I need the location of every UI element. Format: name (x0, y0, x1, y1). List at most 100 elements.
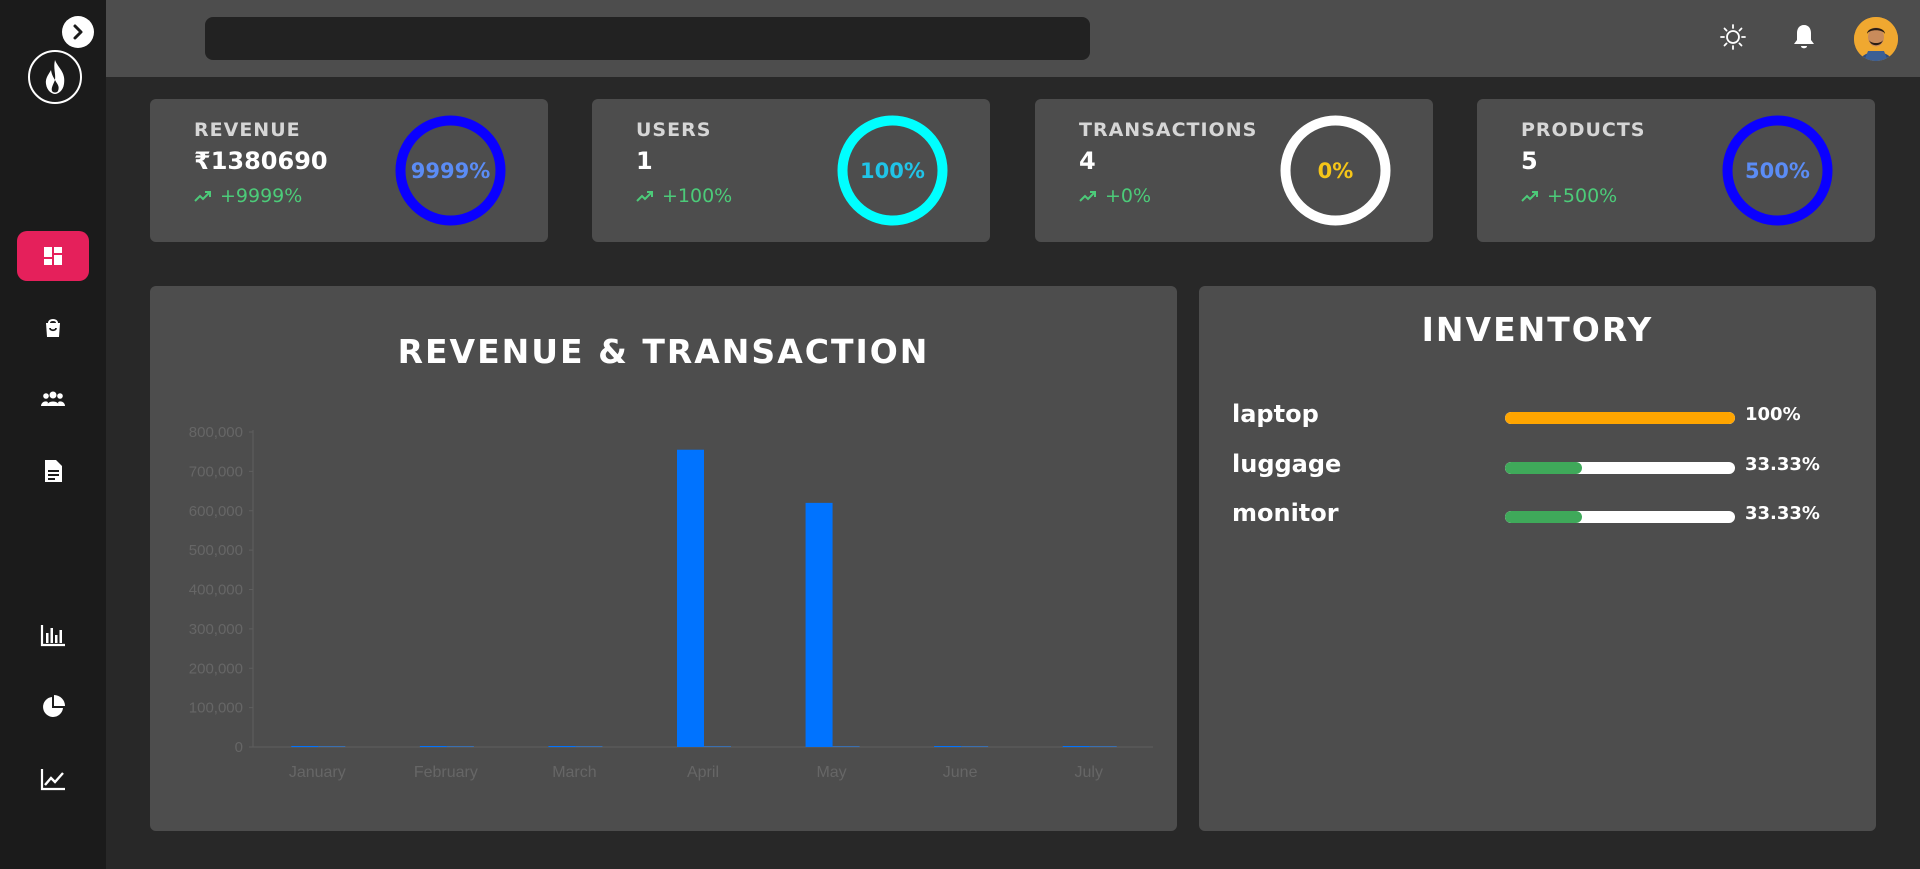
sidebar-item-bar-chart[interactable] (17, 610, 89, 660)
sidebar-item-transactions[interactable] (17, 446, 89, 496)
chart-bar (704, 746, 731, 747)
stat-card-products: PRODUCTS 5 +500% 500% (1477, 99, 1875, 242)
stat-change-text: +9999% (220, 185, 303, 207)
inventory-progress-fill (1505, 462, 1582, 474)
sidebar-item-customers[interactable] (17, 374, 89, 424)
y-tick-label: 200,000 (189, 660, 243, 677)
trending-up-icon (1521, 191, 1538, 202)
y-tick-label: 400,000 (189, 582, 243, 599)
stat-change: +0% (1079, 185, 1151, 207)
stat-change: +100% (636, 185, 732, 207)
inventory-item: luggage 33.33% (1232, 450, 1852, 486)
inventory-progress-bar (1505, 462, 1735, 474)
inventory-title: INVENTORY (1421, 310, 1654, 349)
inventory-progress-fill (1505, 412, 1735, 424)
chart-bar (419, 746, 447, 747)
stat-ring-percent: 0% (1317, 158, 1354, 183)
chart-bar (548, 746, 576, 747)
x-tick-label: January (289, 764, 346, 781)
inventory-panel: INVENTORY laptop 100% luggage 33.33% mon… (1199, 286, 1876, 831)
stat-label: REVENUE (194, 119, 301, 141)
revenue-transaction-chart-panel: REVENUE & TRANSACTION 0 100,000 200,000 300… (150, 286, 1177, 831)
stat-value: ₹1380690 (194, 147, 328, 175)
trending-up-icon (1079, 191, 1096, 202)
trending-up-icon (194, 191, 211, 202)
stat-change-text: +0% (1105, 185, 1152, 207)
inventory-item-percent: 100% (1745, 404, 1801, 425)
user-avatar[interactable] (1854, 17, 1898, 61)
sidebar-item-pie-chart[interactable] (17, 682, 89, 732)
chart-bar (1089, 746, 1117, 747)
inventory-item-percent: 33.33% (1745, 454, 1820, 475)
chart-bar (446, 746, 474, 747)
x-tick-label: June (943, 764, 978, 781)
y-tick-label: 0 (235, 739, 243, 756)
stat-ring-percent: 100% (860, 158, 925, 183)
sidebar-item-products[interactable] (17, 303, 89, 353)
stat-label: TRANSACTIONS (1079, 119, 1258, 141)
inventory-item-name: laptop (1232, 400, 1319, 428)
inventory-item-name: monitor (1232, 499, 1339, 527)
trending-up-icon (636, 191, 653, 202)
inventory-item: monitor 33.33% (1232, 499, 1852, 535)
y-tick-label: 700,000 (189, 463, 243, 480)
bar-chart-icon (40, 625, 65, 647)
bar-chart: 0 100,000 200,000 300,000 400,000 500,000 600,… (189, 424, 1153, 781)
y-tick-label: 500,000 (189, 542, 243, 559)
stat-change: +9999% (194, 185, 302, 207)
dashboard-icon (44, 247, 62, 265)
y-tick-label: 800,000 (189, 424, 243, 441)
stat-ring-percent: 500% (1745, 158, 1810, 183)
x-tick-label: July (1074, 764, 1102, 781)
chart-bar (318, 746, 346, 747)
theme-toggle-button[interactable] (1718, 22, 1748, 52)
line-chart-icon (40, 769, 65, 791)
search-input[interactable] (205, 17, 1090, 60)
inventory-item: laptop 100% (1232, 400, 1852, 436)
stat-card-users: USERS 1 +100% 100% (592, 99, 990, 242)
flame-icon (45, 60, 65, 94)
inventory-item-name: luggage (1232, 450, 1342, 478)
chart-bar (961, 746, 989, 747)
sidebar-toggle-button[interactable] (62, 16, 94, 48)
stat-card-revenue: REVENUE ₹1380690 +9999% 9999% (150, 99, 548, 242)
stat-value: 1 (636, 147, 653, 175)
x-tick-label: May (816, 764, 846, 781)
chevron-right-icon (73, 24, 83, 40)
inventory-item-percent: 33.33% (1745, 503, 1820, 524)
bell-icon (1794, 25, 1814, 49)
stat-label: USERS (636, 119, 712, 141)
inventory-progress-bar (1505, 511, 1735, 523)
y-tick-label: 100,000 (189, 700, 243, 717)
sidebar-item-dashboard[interactable] (17, 231, 89, 281)
avatar-image (1854, 17, 1898, 61)
stat-change-text: +100% (662, 185, 733, 207)
chart-bar (805, 502, 833, 747)
x-tick-label: April (687, 764, 719, 781)
x-tick-label: March (552, 764, 596, 781)
inventory-progress-fill (1505, 511, 1582, 523)
stat-ring-percent: 9999% (410, 158, 491, 183)
stat-value: 5 (1521, 147, 1538, 175)
sidebar-item-line-chart[interactable] (17, 754, 89, 804)
chart-bar (677, 449, 704, 747)
x-tick-label: February (414, 764, 478, 781)
sun-icon (1720, 24, 1746, 50)
chart-bar (291, 746, 319, 747)
stat-change: +500% (1521, 185, 1617, 207)
chart-bar (1062, 746, 1090, 747)
document-icon (45, 460, 62, 482)
y-tick-label: 300,000 (189, 621, 243, 638)
app-logo[interactable] (28, 50, 82, 104)
y-tick-label: 600,000 (189, 503, 243, 520)
chart-bar (575, 746, 603, 747)
stat-label: PRODUCTS (1521, 119, 1646, 141)
group-icon (41, 391, 65, 406)
shopping-bag-icon (46, 319, 60, 337)
inventory-progress-bar (1505, 412, 1735, 424)
stat-change-text: +500% (1547, 185, 1618, 207)
notifications-button[interactable] (1789, 22, 1819, 52)
header (106, 0, 1920, 77)
chart-bar (832, 746, 860, 747)
sidebar (0, 0, 106, 869)
